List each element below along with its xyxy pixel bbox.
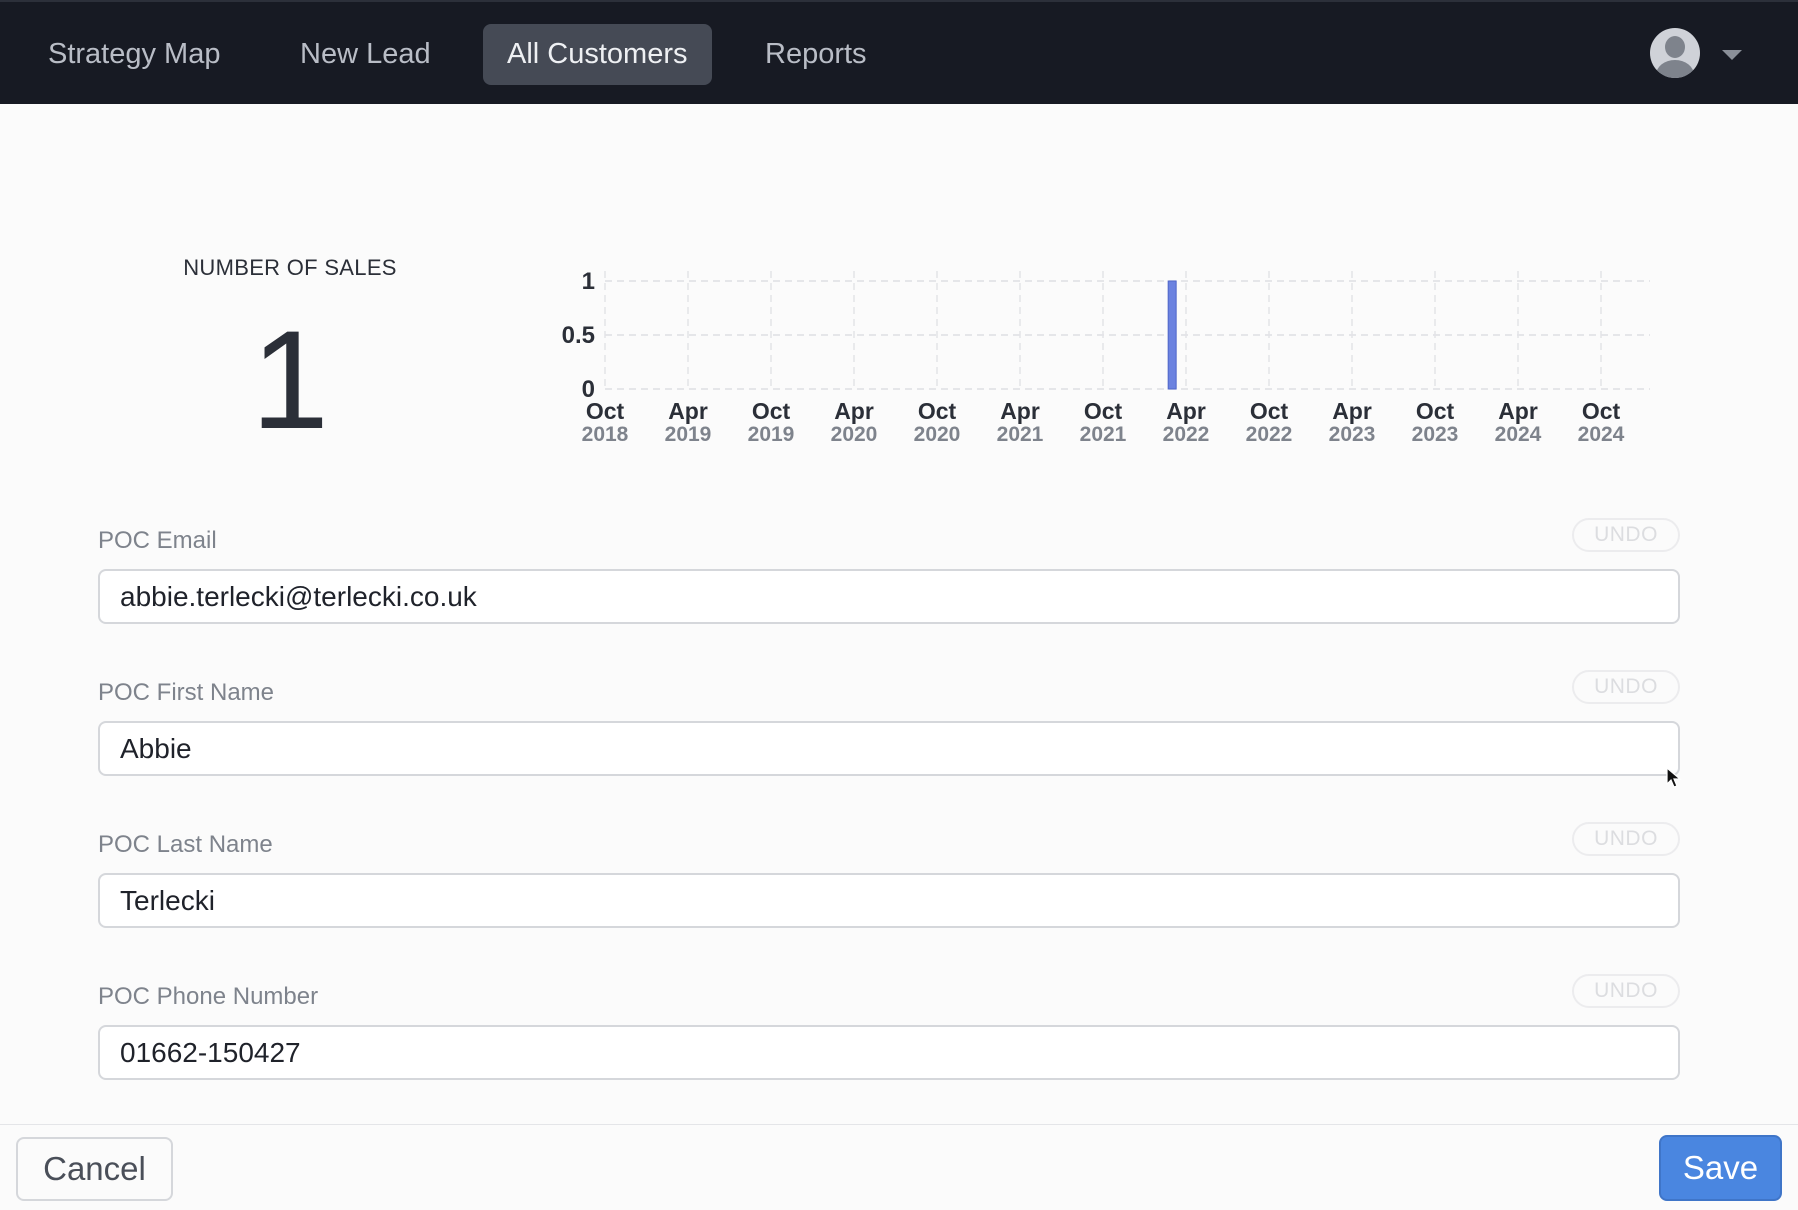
undo-phone-button[interactable]: UNDO [1572, 974, 1680, 1008]
chart-x-tick-month: Apr [668, 398, 708, 424]
undo-email-button[interactable]: UNDO [1572, 518, 1680, 552]
poc-first-name-input[interactable] [98, 721, 1680, 776]
chart-x-tick-year: 2019 [748, 423, 795, 446]
sales-chart: 0 0.5 1 Oct 2018 Apr 2019 Oct 2019 Apr 2020 Oct 2020… [540, 260, 1660, 465]
mouse-pointer-icon [1666, 767, 1682, 788]
chart-x-tick-year: 2021 [1080, 423, 1127, 446]
avatar-body [1656, 60, 1694, 78]
poc-first-name-label: POC First Name [98, 679, 275, 706]
poc-last-name-label: POC Last Name [98, 831, 273, 858]
caret-down-icon[interactable] [1722, 50, 1742, 60]
nav-item-reports[interactable]: Reports [741, 24, 891, 85]
chart-x-tick-year: 2022 [1163, 423, 1210, 446]
cancel-button[interactable]: Cancel [16, 1137, 173, 1201]
chart-x-tick-year: 2019 [665, 423, 712, 446]
top-navigation-bar: Strategy Map New Lead All Customers Repo… [0, 0, 1798, 104]
chart-x-tick-month: Oct [1582, 398, 1621, 424]
chart-x-tick-year: 2022 [1246, 423, 1293, 446]
chart-y-tick-label: 0.5 [562, 322, 595, 349]
chart-x-tick-month: Oct [752, 398, 791, 424]
save-button[interactable]: Save [1659, 1135, 1782, 1201]
form-footer: Cancel Save [0, 1124, 1798, 1210]
undo-last-name-button[interactable]: UNDO [1572, 822, 1680, 856]
stat-label: NUMBER OF SALES [183, 255, 397, 280]
chart-x-tick-month: Apr [834, 398, 874, 424]
chart-x-tick-month: Apr [1000, 398, 1040, 424]
chart-x-tick-month: Oct [1416, 398, 1455, 424]
poc-phone-label: POC Phone Number [98, 983, 319, 1010]
undo-first-name-button[interactable]: UNDO [1572, 670, 1680, 704]
chart-y-tick-label: 1 [582, 268, 595, 295]
chart-bar [1167, 280, 1177, 390]
nav-item-strategy-map[interactable]: Strategy Map [24, 24, 244, 85]
sales-chart-svg: 00.51Oct2018Apr2019Oct2019Apr2020Oct2020… [562, 268, 1650, 446]
chart-x-tick-year: 2020 [831, 423, 878, 446]
chart-x-tick-year: 2021 [997, 423, 1044, 446]
poc-phone-input[interactable] [98, 1025, 1680, 1080]
nav-item-new-lead[interactable]: New Lead [276, 24, 455, 85]
chart-x-tick-month: Apr [1166, 398, 1206, 424]
stat-value: 1 [251, 301, 329, 458]
chart-x-tick-month: Oct [1084, 398, 1123, 424]
poc-email-label: POC Email [98, 527, 217, 554]
user-avatar-icon[interactable] [1650, 28, 1700, 78]
nav-item-all-customers[interactable]: All Customers [483, 24, 712, 85]
chart-x-tick-month: Apr [1498, 398, 1538, 424]
chart-x-tick-month: Oct [1250, 398, 1289, 424]
chart-x-tick-year: 2020 [914, 423, 961, 446]
chart-x-tick-month: Oct [586, 398, 625, 424]
chart-x-tick-year: 2023 [1412, 423, 1459, 446]
chart-x-tick-year: 2024 [1578, 423, 1625, 446]
avatar-head [1665, 36, 1685, 58]
chart-x-tick-month: Apr [1332, 398, 1372, 424]
chart-x-tick-year: 2024 [1495, 423, 1542, 446]
chart-x-tick-year: 2018 [582, 423, 629, 446]
poc-email-input[interactable] [98, 569, 1680, 624]
chart-x-tick-year: 2023 [1329, 423, 1376, 446]
chart-x-tick-month: Oct [918, 398, 957, 424]
poc-last-name-input[interactable] [98, 873, 1680, 928]
